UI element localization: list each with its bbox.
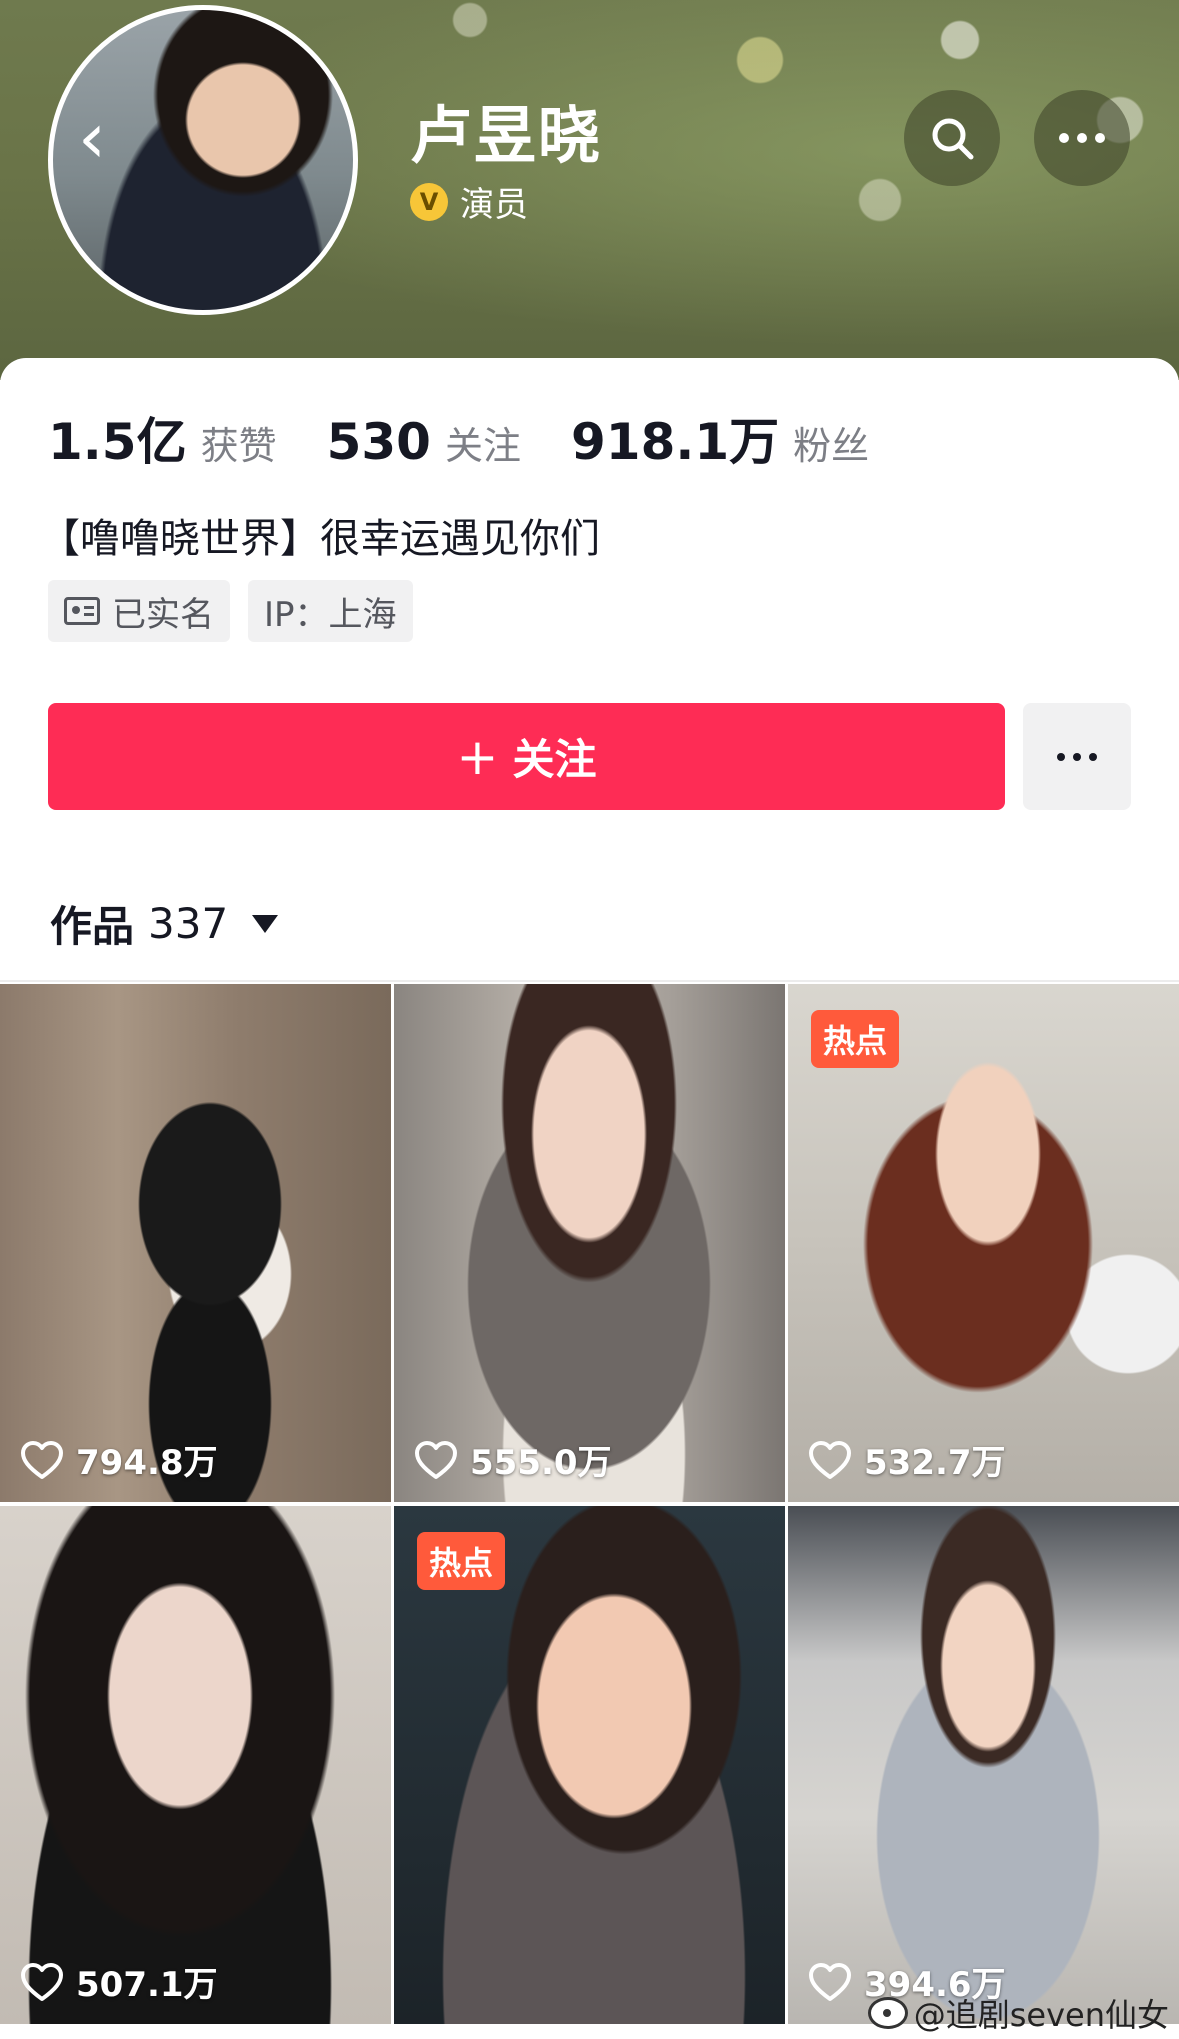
video-likes: 532.7万	[808, 1435, 1006, 1484]
likes-count: 555.0万	[470, 1443, 612, 1483]
verified-badge-icon: V	[410, 182, 448, 221]
stat-label: 关注	[444, 424, 521, 468]
profile-tags: 已实名 IP：上海	[48, 580, 413, 642]
video-grid: 794.8万 555.0万 热点 532.7万 507.1万 热点 394.6万	[0, 984, 1179, 2024]
likes-count: 532.7万	[864, 1443, 1006, 1483]
verification-label: 演员	[460, 185, 528, 225]
heart-icon	[21, 1962, 63, 2001]
hot-badge: 热点	[811, 1010, 900, 1068]
profile-bio: 【噜噜晓世界】很幸运遇见你们	[40, 516, 600, 562]
stats-row: 1.5亿 获赞 530 关注 918.1万 粉丝	[48, 402, 919, 474]
likes-count: 794.8万	[76, 1443, 218, 1483]
works-count: 337	[148, 899, 229, 948]
divider	[0, 980, 1179, 982]
stat-value: 918.1万	[570, 413, 780, 471]
stat-value: 530	[326, 413, 431, 471]
watermark: @追剧seven仙女	[867, 1990, 1169, 2036]
video-thumbnail[interactable]: 507.1万	[0, 1506, 391, 2024]
likes-count: 507.1万	[76, 1965, 218, 2005]
ip-tag-label: IP：上海	[264, 594, 397, 635]
stat-likes[interactable]: 1.5亿 获赞	[48, 402, 277, 474]
video-thumbnail[interactable]: 热点	[394, 1506, 785, 2024]
stat-label: 获赞	[200, 424, 277, 468]
works-tab[interactable]: 作品 337	[50, 893, 279, 954]
works-tab-label: 作品	[50, 902, 135, 951]
search-icon	[932, 118, 974, 160]
stat-value: 1.5亿	[48, 413, 187, 471]
search-button[interactable]	[904, 90, 1000, 186]
dropdown-icon	[252, 914, 279, 933]
verified-tag[interactable]: 已实名	[48, 580, 230, 642]
id-card-icon	[64, 597, 100, 625]
heart-icon	[415, 1440, 457, 1479]
ip-tag: IP：上海	[248, 580, 413, 642]
weibo-icon	[867, 1997, 908, 2029]
video-likes: 555.0万	[414, 1435, 612, 1484]
heart-icon	[809, 1440, 851, 1479]
video-thumbnail[interactable]: 394.6万	[788, 1506, 1179, 2024]
profile-name: 卢昱晓	[410, 99, 603, 172]
heart-icon	[809, 1962, 851, 2001]
video-thumbnail[interactable]: 555.0万	[394, 984, 785, 1502]
verification-row: V 演员	[410, 177, 528, 226]
heart-icon	[21, 1440, 63, 1479]
verified-tag-label: 已实名	[112, 594, 214, 635]
video-thumbnail[interactable]: 794.8万	[0, 984, 391, 1502]
more-button[interactable]	[1034, 90, 1130, 186]
follow-button-label: 关注	[512, 735, 597, 784]
video-likes: 507.1万	[20, 1957, 218, 2006]
stat-label: 粉丝	[793, 424, 870, 468]
follow-button[interactable]: + 关注	[48, 703, 1005, 810]
stat-followers[interactable]: 918.1万 粉丝	[571, 402, 869, 474]
more-icon	[1057, 752, 1097, 761]
stat-following[interactable]: 530 关注	[327, 413, 521, 471]
watermark-text: @追剧seven仙女	[913, 1996, 1169, 2034]
profile-more-button[interactable]	[1023, 703, 1131, 810]
plus-icon: +	[456, 727, 499, 786]
video-thumbnail[interactable]: 热点 532.7万	[788, 984, 1179, 1502]
video-likes: 794.8万	[20, 1435, 218, 1484]
hot-badge: 热点	[417, 1532, 506, 1590]
more-icon	[1059, 133, 1105, 143]
back-icon[interactable]: ‹	[52, 88, 132, 188]
